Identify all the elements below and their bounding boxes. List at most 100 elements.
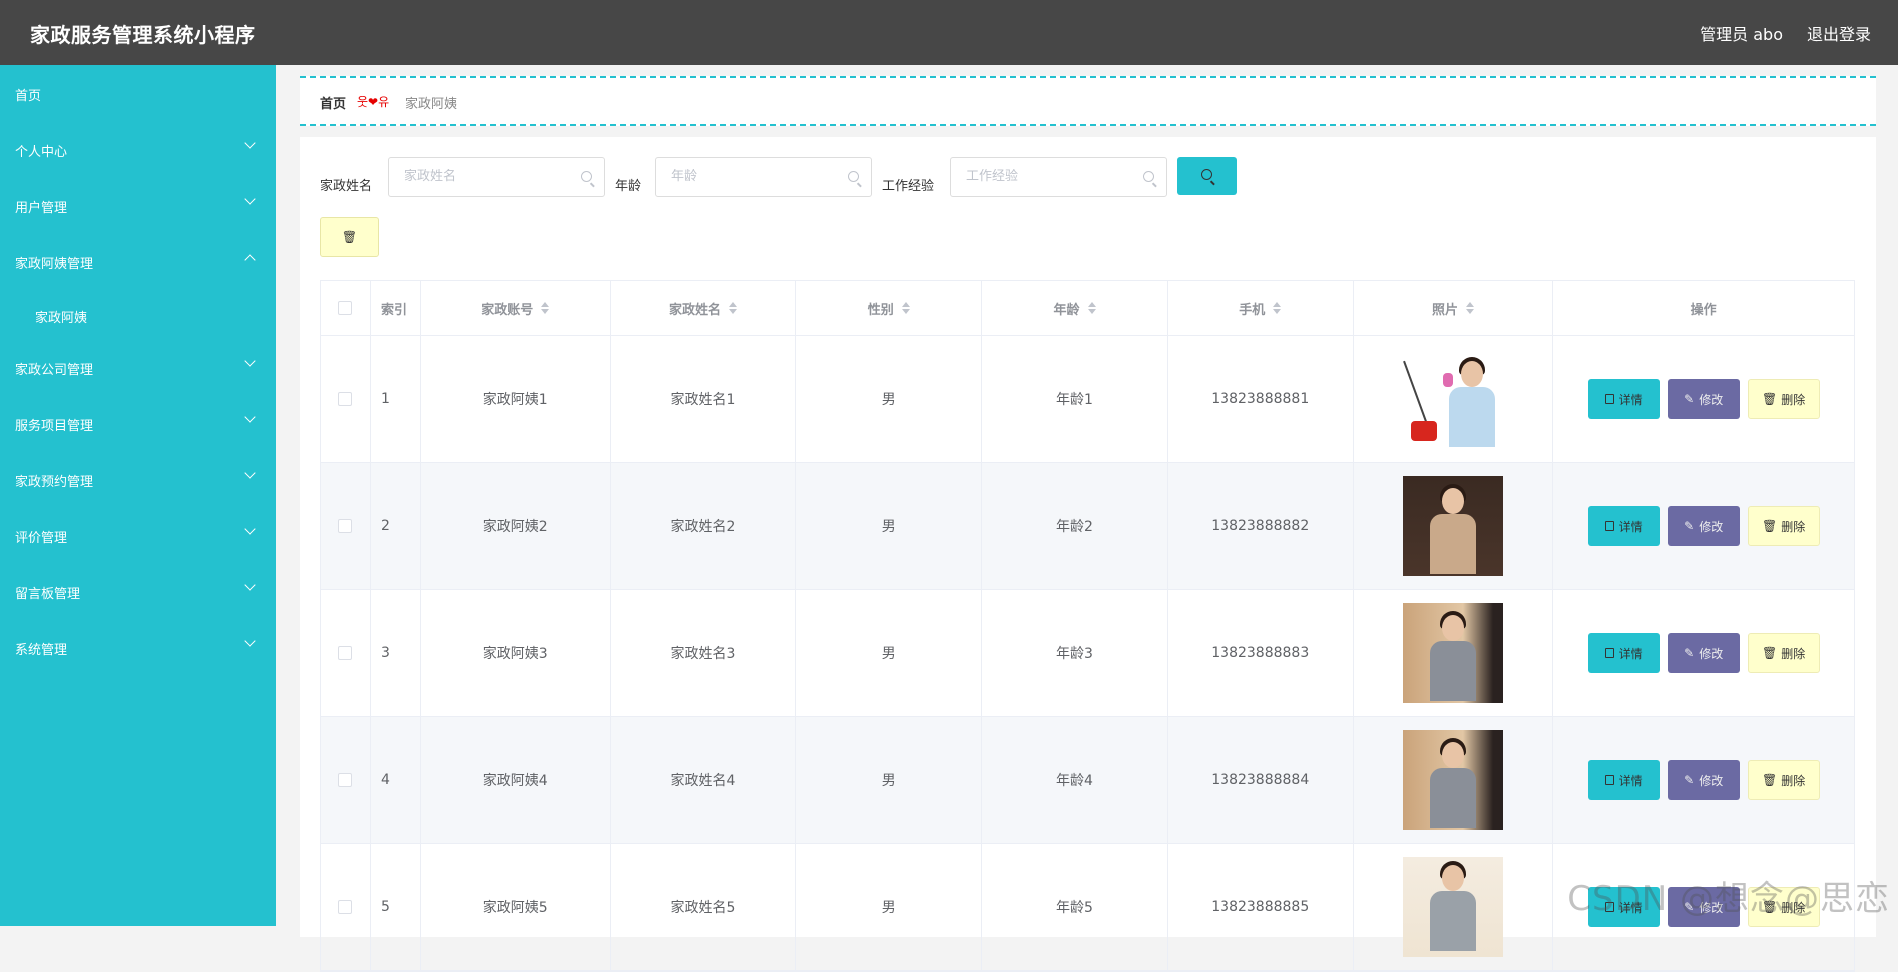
- delete-button[interactable]: 🗑删除: [1748, 506, 1820, 546]
- sidebar-item-housekeeper[interactable]: 家政阿姨: [0, 289, 276, 339]
- sidebar-item-system-management[interactable]: 系统管理: [0, 619, 276, 675]
- sidebar-item-housekeeper-management[interactable]: 家政阿姨管理: [0, 233, 276, 289]
- sidebar-item-review-management[interactable]: 评价管理: [0, 507, 276, 563]
- edit-button[interactable]: ✎修改: [1668, 506, 1740, 546]
- watermark: CSDN @想念@思恋: [1567, 871, 1890, 920]
- pencil-icon: ✎: [1684, 392, 1694, 406]
- delete-button[interactable]: 🗑删除: [1748, 379, 1820, 419]
- name-cell: 家政姓名3: [611, 590, 797, 716]
- header-index: 索引: [371, 281, 421, 335]
- sort-icon[interactable]: [729, 302, 737, 314]
- trash-icon: 🗑: [1762, 392, 1777, 406]
- logout-link[interactable]: 退出登录: [1807, 21, 1871, 45]
- chevron-down-icon: [244, 635, 255, 646]
- select-all-checkbox[interactable]: [338, 301, 352, 315]
- housekeeper-photo[interactable]: [1403, 857, 1503, 957]
- document-icon: [1605, 521, 1614, 531]
- chevron-down-icon: [244, 355, 255, 366]
- phone-cell: 13823888883: [1168, 590, 1354, 716]
- header-label: 照片: [1432, 299, 1458, 318]
- index-cell: 5: [371, 844, 421, 970]
- chevron-down-icon: [244, 579, 255, 590]
- sidebar-item-home[interactable]: 首页: [0, 65, 276, 121]
- experience-search-input[interactable]: [966, 169, 1116, 184]
- ops-cell: 详情 ✎修改 🗑删除: [1553, 336, 1854, 462]
- delete-button[interactable]: 🗑删除: [1748, 633, 1820, 673]
- admin-user-label[interactable]: 管理员 abo: [1700, 21, 1783, 45]
- search-button[interactable]: [1177, 157, 1237, 195]
- row-checkbox[interactable]: [338, 392, 352, 406]
- batch-delete-button[interactable]: 🗑: [320, 217, 379, 257]
- housekeeper-photo[interactable]: [1403, 349, 1503, 449]
- gender-cell: 男: [796, 590, 982, 716]
- header-phone[interactable]: 手机: [1168, 281, 1354, 335]
- photo-cell: [1354, 336, 1554, 462]
- header-label: 家政姓名: [669, 299, 721, 318]
- sidebar-item-label: 家政阿姨管理: [15, 253, 93, 272]
- header-gender[interactable]: 性别: [796, 281, 982, 335]
- header-account[interactable]: 家政账号: [421, 281, 611, 335]
- phone-cell: 13823888884: [1168, 717, 1354, 843]
- age-cell: 年龄5: [982, 844, 1168, 970]
- chevron-down-icon: [244, 523, 255, 534]
- row-checkbox[interactable]: [338, 900, 352, 914]
- photo-cell: [1354, 844, 1554, 970]
- housekeeper-photo[interactable]: [1403, 476, 1503, 576]
- name-search-input[interactable]: [404, 169, 554, 184]
- housekeeper-photo[interactable]: [1403, 603, 1503, 703]
- detail-button[interactable]: 详情: [1588, 506, 1660, 546]
- detail-button[interactable]: 详情: [1588, 379, 1660, 419]
- table-header-row: 索引 家政账号 家政姓名 性别 年龄 手机 照片 操作: [321, 281, 1854, 336]
- row-checkbox[interactable]: [338, 773, 352, 787]
- breadcrumb-home[interactable]: 首页: [320, 93, 346, 112]
- account-cell: 家政阿姨4: [421, 717, 611, 843]
- sort-icon[interactable]: [541, 302, 549, 314]
- edit-button[interactable]: ✎修改: [1668, 760, 1740, 800]
- age-cell: 年龄2: [982, 463, 1168, 589]
- sidebar-item-personal-center[interactable]: 个人中心: [0, 121, 276, 177]
- sidebar-item-message-board[interactable]: 留言板管理: [0, 563, 276, 619]
- sidebar-item-service-management[interactable]: 服务项目管理: [0, 395, 276, 451]
- delete-button[interactable]: 🗑删除: [1748, 760, 1820, 800]
- sidebar-item-user-management[interactable]: 用户管理: [0, 177, 276, 233]
- document-icon: [1605, 648, 1614, 658]
- sidebar-item-booking-management[interactable]: 家政预约管理: [0, 451, 276, 507]
- row-checkbox[interactable]: [338, 646, 352, 660]
- edit-button[interactable]: ✎修改: [1668, 379, 1740, 419]
- sidebar-item-label: 个人中心: [15, 141, 67, 160]
- edit-label: 修改: [1699, 772, 1723, 789]
- name-cell: 家政姓名5: [611, 844, 797, 970]
- housekeeper-photo[interactable]: [1403, 730, 1503, 830]
- sidebar-item-company-management[interactable]: 家政公司管理: [0, 339, 276, 395]
- sidebar-item-label: 家政阿姨: [35, 307, 87, 326]
- age-search-input[interactable]: [671, 169, 821, 184]
- gender-cell: 男: [796, 717, 982, 843]
- detail-button[interactable]: 详情: [1588, 760, 1660, 800]
- row-check-cell: [321, 844, 371, 970]
- header-age[interactable]: 年龄: [982, 281, 1168, 335]
- row-check-cell: [321, 717, 371, 843]
- breadcrumb-current: 家政阿姨: [405, 93, 457, 112]
- experience-search-label: 工作经验: [882, 175, 934, 194]
- sort-icon[interactable]: [902, 302, 910, 314]
- phone-cell: 13823888881: [1168, 336, 1354, 462]
- sidebar-item-label: 用户管理: [15, 197, 67, 216]
- header-name[interactable]: 家政姓名: [611, 281, 797, 335]
- index-cell: 2: [371, 463, 421, 589]
- row-checkbox[interactable]: [338, 519, 352, 533]
- name-cell: 家政姓名1: [611, 336, 797, 462]
- header-photo[interactable]: 照片: [1354, 281, 1554, 335]
- sort-icon[interactable]: [1088, 302, 1096, 314]
- photo-cell: [1354, 590, 1554, 716]
- top-bar: 家政服务管理系统小程序 管理员 abo 退出登录: [0, 0, 1898, 65]
- select-all-cell: [321, 281, 371, 335]
- content-panel: 家政姓名 年龄 工作经验 🗑 索引 家政账号 家政姓名: [300, 137, 1876, 937]
- chevron-down-icon: [244, 467, 255, 478]
- trash-icon: 🗑: [342, 230, 357, 244]
- breadcrumb-separator: 웃❤유: [357, 93, 389, 110]
- sort-icon[interactable]: [1273, 302, 1281, 314]
- edit-button[interactable]: ✎修改: [1668, 633, 1740, 673]
- sort-icon[interactable]: [1466, 302, 1474, 314]
- sidebar-item-label: 系统管理: [15, 639, 67, 658]
- detail-button[interactable]: 详情: [1588, 633, 1660, 673]
